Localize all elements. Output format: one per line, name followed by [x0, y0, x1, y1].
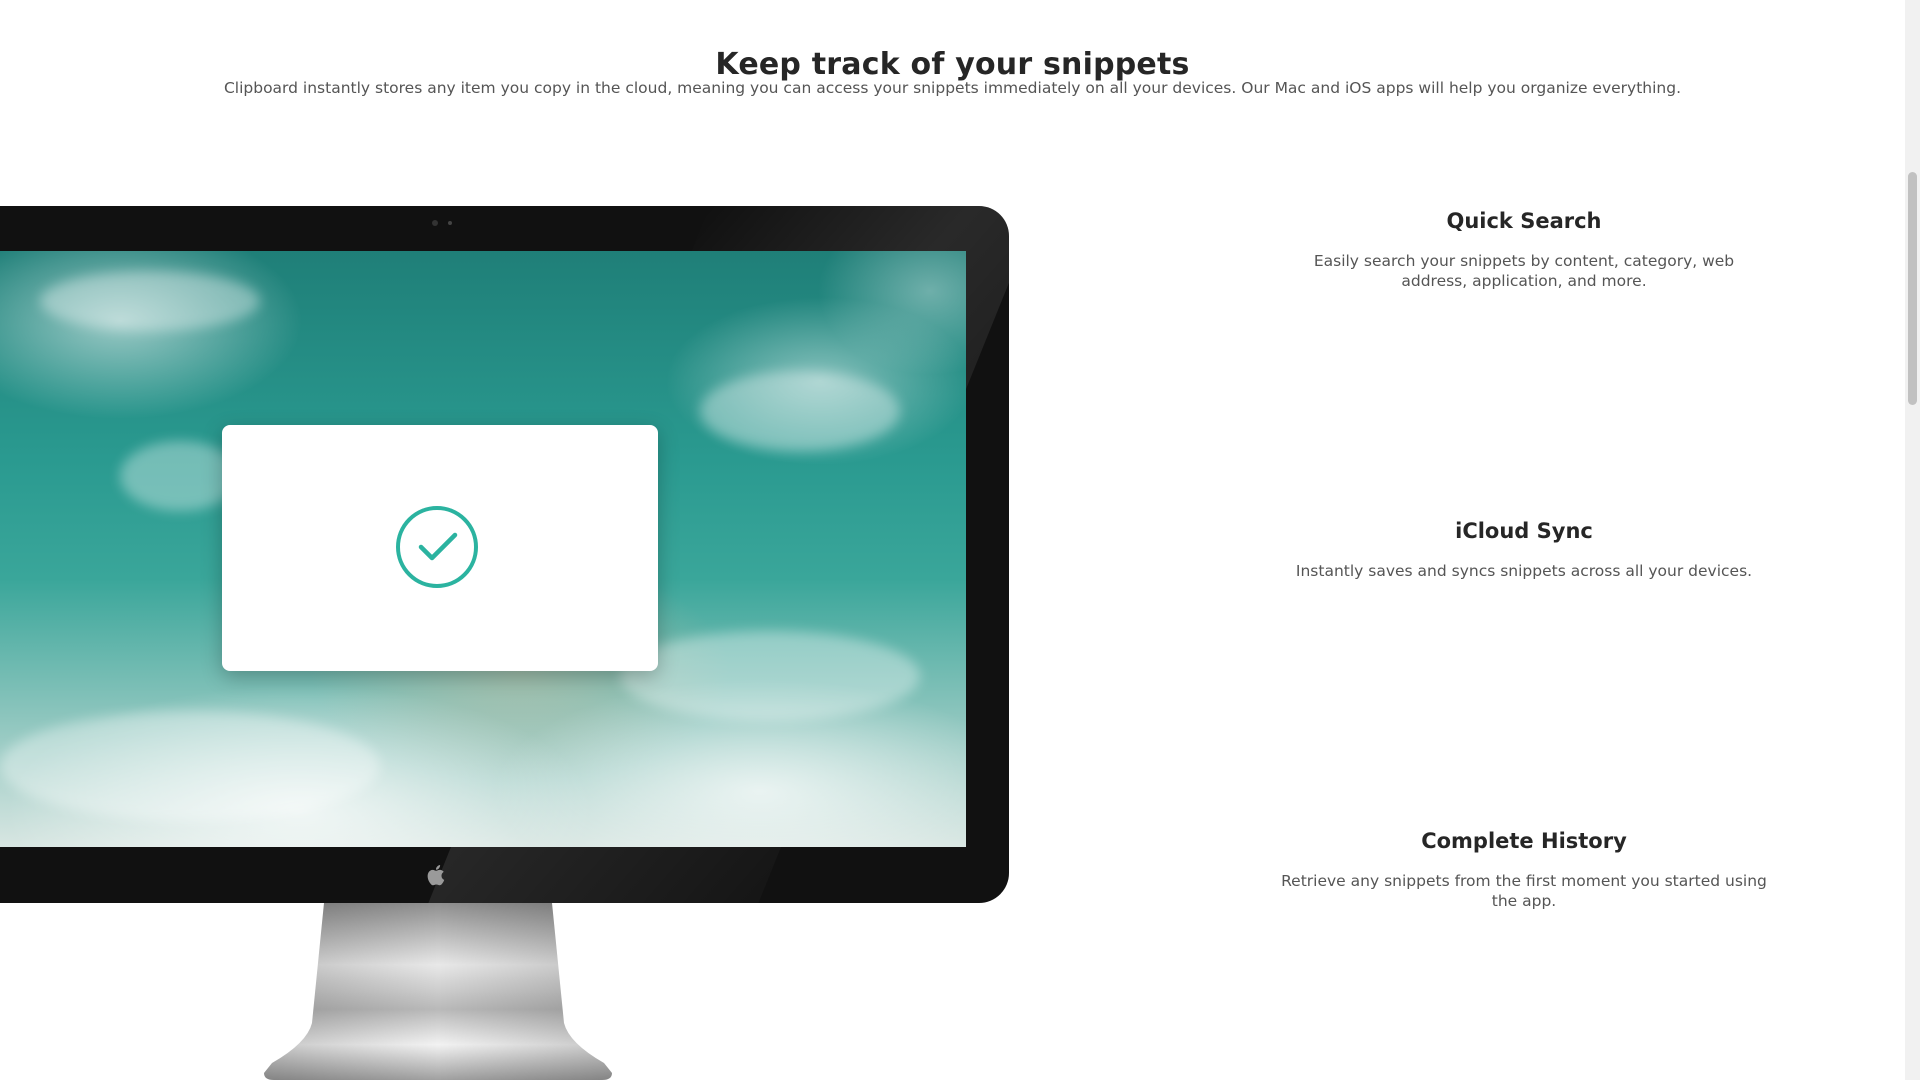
success-dialog — [222, 425, 658, 671]
apple-logo-icon — [427, 865, 445, 886]
feature-icloud-sync: iCloud Sync Instantly saves and syncs sn… — [1280, 519, 1768, 581]
monitor-screen — [0, 251, 966, 847]
monitor-mockup — [0, 0, 1030, 1080]
feature-title: Quick Search — [1446, 209, 1602, 233]
feature-quick-search: Quick Search Easily search your snippets… — [1280, 209, 1768, 291]
scrollbar-thumb[interactable] — [1908, 172, 1917, 405]
camera-led-icon — [448, 221, 452, 225]
checkmark-icon — [418, 532, 458, 561]
feature-description: Retrieve any snippets from the first mom… — [1281, 872, 1767, 910]
feature-description: Instantly saves and syncs snippets acros… — [1295, 562, 1753, 580]
feature-title: iCloud Sync — [1455, 519, 1593, 543]
wave-foam — [700, 371, 900, 451]
wave-foam — [620, 631, 920, 721]
camera-icon — [432, 220, 438, 226]
monitor-stand — [264, 903, 612, 1080]
page: Keep track of your snippets Clipboard in… — [0, 0, 1920, 1080]
check-circle-icon — [396, 506, 478, 588]
feature-title: Complete History — [1421, 829, 1627, 853]
page-scrollbar[interactable] — [1905, 0, 1920, 1080]
feature-complete-history: Complete History Retrieve any snippets f… — [1280, 829, 1768, 911]
wave-foam — [40, 271, 260, 331]
wave-foam — [0, 711, 380, 821]
feature-description: Easily search your snippets by content, … — [1313, 252, 1735, 290]
